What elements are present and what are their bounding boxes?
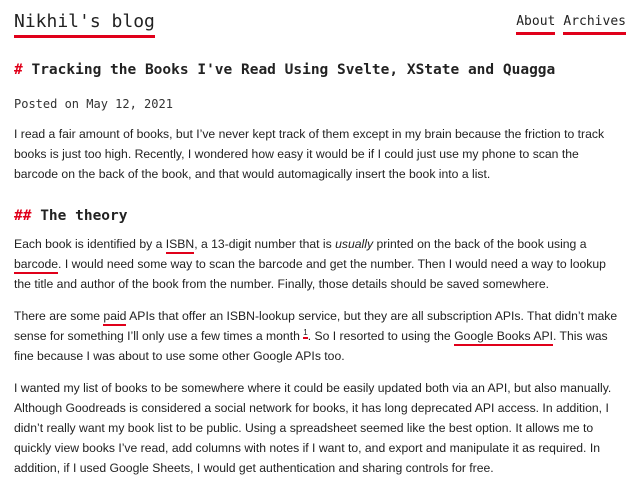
- text-span: , a 13-digit number that is: [194, 237, 336, 251]
- nav-about-link[interactable]: About: [516, 13, 556, 35]
- post-title: # Tracking the Books I've Read Using Sve…: [14, 58, 626, 82]
- text-span: Each book is identified by a: [14, 237, 166, 251]
- text-span: printed on the back of the book using a: [373, 237, 587, 251]
- text-span: . So I resorted to using the: [307, 329, 455, 343]
- nav-archives-link[interactable]: Archives: [563, 13, 626, 35]
- storage-paragraph: I wanted my list of books to be somewher…: [14, 381, 612, 475]
- isbn-link[interactable]: ISBN: [165, 237, 195, 254]
- api-paragraph: There are some paid APIs that offer an I…: [14, 306, 626, 366]
- site-title-link[interactable]: Nikhil's blog: [14, 10, 155, 38]
- title-hash-marker: #: [14, 62, 23, 78]
- main-nav: About Archives: [516, 13, 626, 35]
- text-span: There are some: [14, 309, 104, 323]
- text-span: . I would need some way to scan the barc…: [14, 257, 606, 291]
- intro-paragraph: I read a fair amount of books, but I’ve …: [14, 127, 605, 181]
- section-heading: ## The theory: [14, 204, 626, 228]
- site-header: Nikhil's blog About Archives: [14, 10, 626, 38]
- google-books-api-link[interactable]: Google Books API: [454, 329, 553, 346]
- post-content: # Tracking the Books I've Read Using Sve…: [14, 58, 626, 478]
- post-date: Posted on May 12, 2021: [14, 97, 173, 111]
- barcode-link[interactable]: barcode: [14, 257, 59, 274]
- section-heading-text: The theory: [40, 208, 128, 224]
- post-title-text: Tracking the Books I've Read Using Svelt…: [31, 62, 556, 78]
- paid-link[interactable]: paid: [103, 309, 127, 326]
- emphasis-text: usually: [335, 237, 374, 251]
- isbn-paragraph: Each book is identified by a ISBN, a 13-…: [14, 234, 626, 294]
- section-hash-marker: ##: [14, 208, 32, 224]
